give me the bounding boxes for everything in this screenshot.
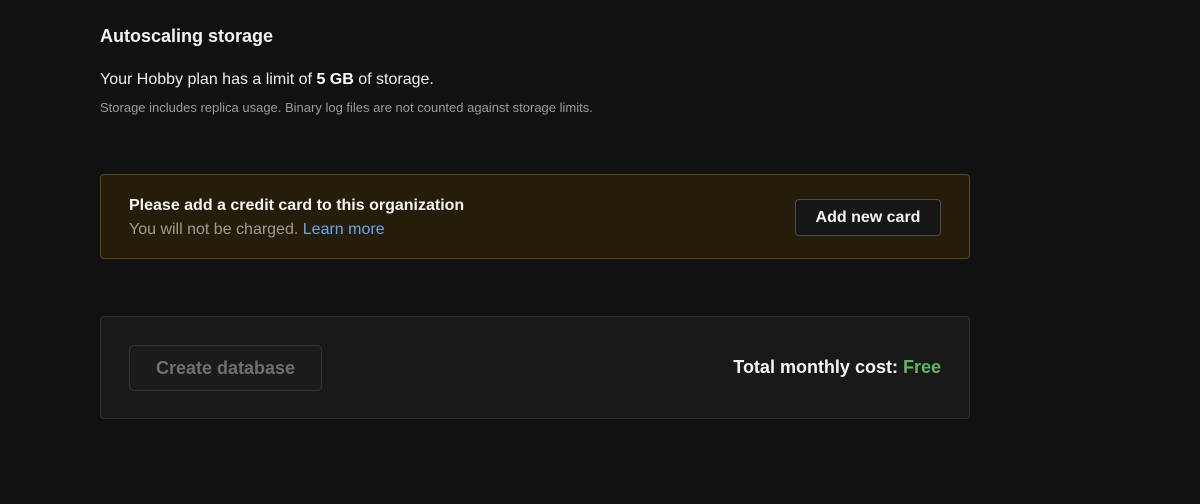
banner-subtitle: You will not be charged. Learn more xyxy=(129,221,385,239)
total-monthly-cost: Total monthly cost: Free xyxy=(733,357,941,378)
banner-title: Please add a credit card to this organiz… xyxy=(129,197,465,214)
create-database-footer: Create database Total monthly cost: Free xyxy=(100,316,970,419)
limit-prefix: Your Hobby plan has a limit of xyxy=(100,71,312,88)
cost-value: Free xyxy=(902,357,941,377)
storage-limit-text: Your Hobby plan has a limit of 5 GB of s… xyxy=(100,71,434,89)
add-new-card-button[interactable]: Add new card xyxy=(795,199,941,236)
limit-suffix: of storage. xyxy=(358,71,434,88)
learn-more-link[interactable]: Learn more xyxy=(303,221,385,238)
storage-note: Storage includes replica usage. Binary l… xyxy=(100,100,593,115)
section-title: Autoscaling storage xyxy=(100,26,274,46)
limit-value: 5 GB xyxy=(316,71,354,88)
create-database-button[interactable]: Create database xyxy=(129,345,322,391)
cost-label: Total monthly cost: xyxy=(733,357,898,377)
banner-subtitle-text: You will not be charged. xyxy=(129,221,299,238)
page: Autoscaling storage Your Hobby plan has … xyxy=(0,0,1200,504)
credit-card-warning-banner: Please add a credit card to this organiz… xyxy=(100,174,970,259)
